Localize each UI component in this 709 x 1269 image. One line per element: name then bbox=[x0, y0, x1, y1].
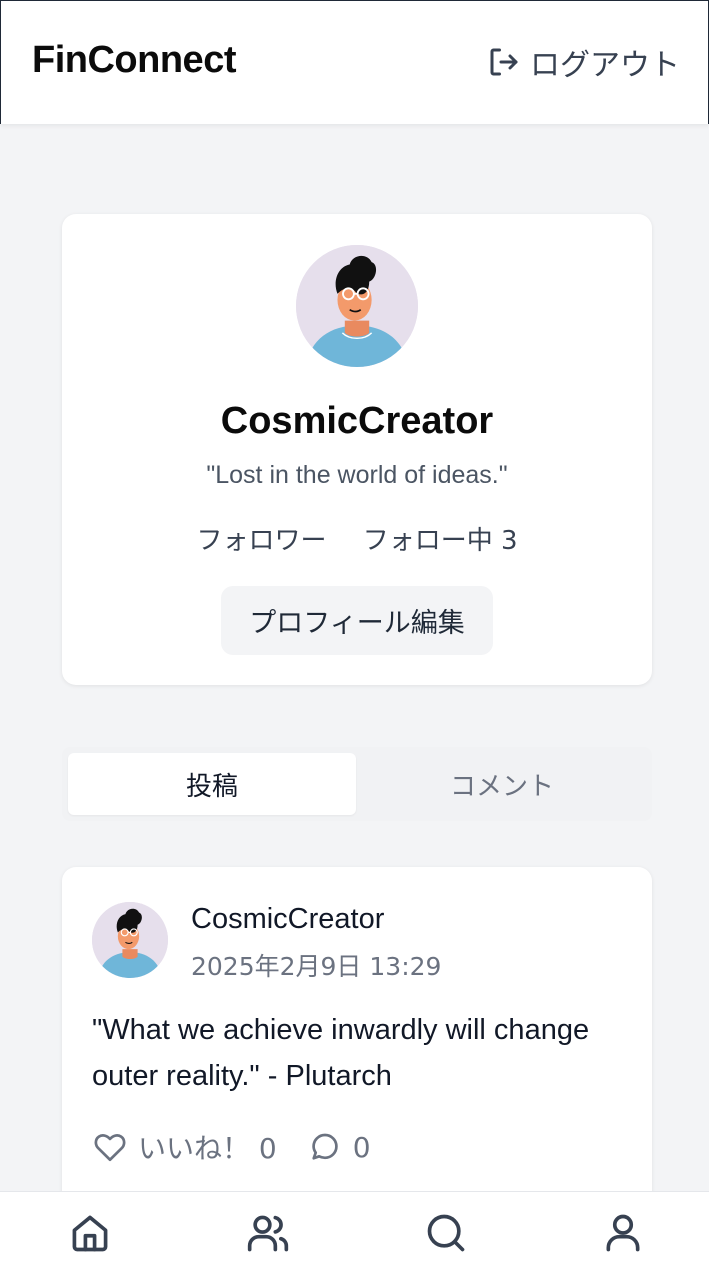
avatar bbox=[296, 245, 418, 367]
tab-posts[interactable]: 投稿 bbox=[68, 753, 356, 815]
nav-friends[interactable] bbox=[245, 1210, 291, 1256]
logout-label: ログアウト bbox=[530, 48, 680, 83]
like-button[interactable]: いいね！ 0 bbox=[92, 1127, 277, 1167]
user-icon bbox=[606, 1214, 640, 1252]
app-header: FinConnect ログアウト bbox=[0, 0, 709, 124]
nav-search[interactable] bbox=[423, 1210, 469, 1256]
nav-profile[interactable] bbox=[600, 1210, 646, 1256]
comment-count: 0 bbox=[352, 1130, 371, 1164]
search-icon bbox=[427, 1214, 465, 1252]
logout-icon bbox=[490, 48, 518, 76]
comment-icon bbox=[311, 1133, 338, 1160]
tab-comments[interactable]: コメント bbox=[358, 753, 646, 815]
profile-username: CosmicCreator bbox=[220, 400, 494, 442]
post-author[interactable]: CosmicCreator bbox=[191, 903, 384, 936]
post-actions: いいね！ 0 0 bbox=[92, 1125, 371, 1169]
post-card: CosmicCreator 2025年2月9日 13:29 "What we a… bbox=[62, 867, 652, 1247]
profile-bio: "Lost in the world of ideas." bbox=[206, 461, 508, 489]
edit-profile-button[interactable]: プロフィール編集 bbox=[221, 586, 493, 655]
post-date: 2025年2月9日 13:29 bbox=[191, 952, 442, 981]
bottom-nav bbox=[0, 1191, 709, 1269]
home-icon bbox=[72, 1215, 108, 1252]
post-avatar[interactable] bbox=[92, 902, 168, 978]
avatar-illustration bbox=[92, 902, 168, 978]
nav-home[interactable] bbox=[67, 1210, 113, 1256]
profile-stats: フォロワー フォロー中 3 bbox=[62, 520, 652, 557]
users-icon bbox=[247, 1215, 289, 1252]
avatar-illustration bbox=[296, 245, 418, 367]
logout-button[interactable]: ログアウト bbox=[486, 41, 680, 83]
profile-tabs: 投稿 コメント bbox=[62, 747, 652, 821]
app-brand[interactable]: FinConnect bbox=[32, 39, 236, 82]
following-link[interactable]: フォロー中 3 bbox=[363, 526, 518, 556]
profile-card: CosmicCreator "Lost in the world of idea… bbox=[62, 214, 652, 685]
post-body: "What we achieve inwardly will change ou… bbox=[92, 1014, 590, 1092]
comment-button[interactable]: 0 bbox=[307, 1129, 371, 1165]
like-label: いいね！ 0 bbox=[138, 1132, 277, 1165]
heart-icon bbox=[94, 1134, 126, 1162]
followers-link[interactable]: フォロワー bbox=[196, 526, 326, 556]
